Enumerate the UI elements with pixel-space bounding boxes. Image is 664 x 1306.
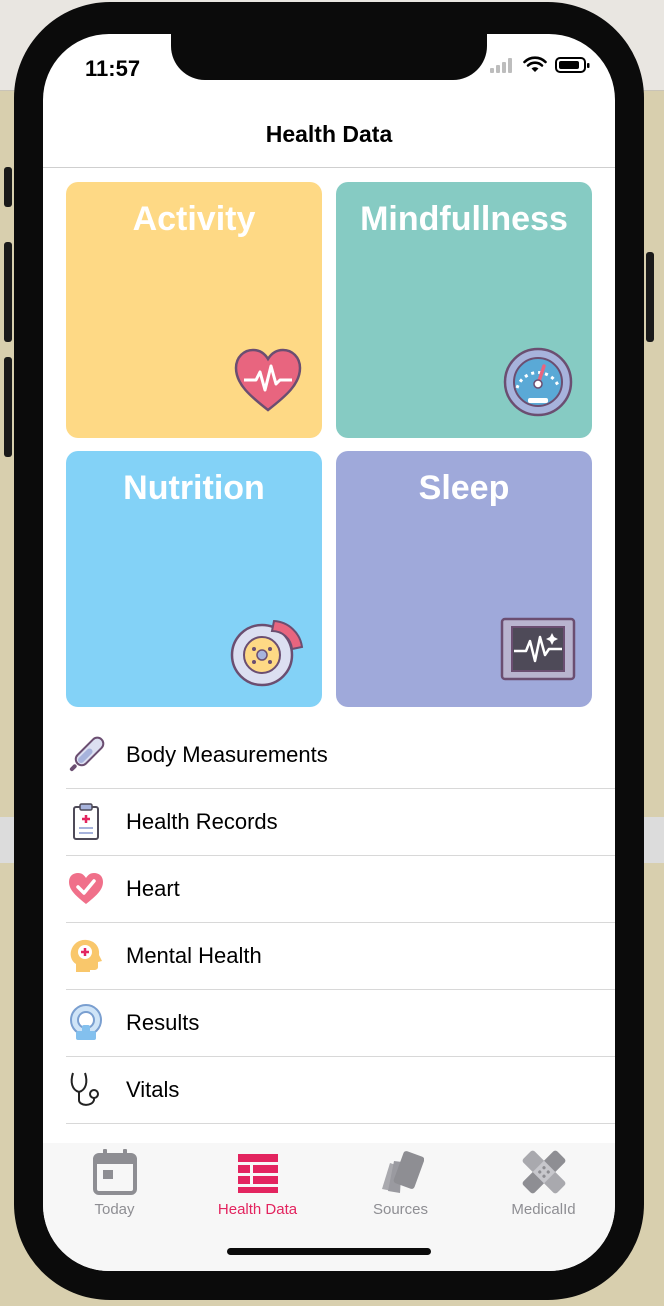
notch — [171, 34, 487, 80]
wifi-icon — [523, 56, 547, 72]
navigation-bar: Health Data — [43, 108, 615, 168]
list-item-results[interactable]: Results — [66, 990, 615, 1057]
thermometer-icon — [66, 735, 106, 775]
medical-id-icon — [522, 1150, 565, 1194]
tab-label: Health Data — [217, 1201, 298, 1218]
list-item-body-measurements[interactable]: Body Measurements — [66, 722, 615, 789]
grid-list-icon — [237, 1154, 278, 1193]
mute-switch — [4, 167, 12, 207]
monitor-pulse-icon — [500, 617, 576, 681]
stethoscope-icon — [66, 1070, 106, 1110]
volume-up-button — [4, 242, 12, 342]
list-item-health-records[interactable]: Health Records — [66, 789, 615, 856]
tab-label: MedicalId — [511, 1201, 576, 1218]
gauge-icon — [503, 347, 573, 417]
list-item-vitals[interactable]: Vitals — [66, 1057, 615, 1124]
tile-title: Activity — [132, 200, 256, 238]
list-item-label: Vitals — [126, 1077, 180, 1102]
status-time: 11:57 — [85, 56, 141, 81]
heart-check-icon — [66, 869, 106, 909]
status-icons — [489, 56, 591, 74]
app-screen: 11:57 Health Data Activity Mindfullness … — [43, 34, 615, 1271]
list-item-heart[interactable]: Heart — [66, 856, 615, 923]
battery-icon — [555, 57, 590, 73]
clipboard-icon — [66, 802, 106, 842]
tile-nutrition[interactable]: Nutrition — [66, 451, 322, 707]
tile-title: Sleep — [418, 469, 510, 507]
health-category-list: Body Measurements Health Records Heart M… — [66, 722, 615, 1124]
list-item-label: Body Measurements — [126, 742, 328, 767]
list-item-mental-health[interactable]: Mental Health — [66, 923, 615, 990]
tile-mindfullness[interactable]: Mindfullness — [336, 182, 592, 438]
list-item-label: Mental Health — [126, 943, 262, 968]
scanner-icon — [66, 1003, 106, 1043]
tile-sleep[interactable]: Sleep — [336, 451, 592, 707]
page-title: Health Data — [265, 121, 393, 147]
list-item-label: Results — [126, 1010, 200, 1035]
food-plate-icon — [230, 619, 304, 687]
tab-label: Today — [94, 1201, 135, 1218]
power-button — [646, 252, 654, 342]
tile-activity[interactable]: Activity — [66, 182, 322, 438]
calendar-icon — [92, 1149, 137, 1195]
list-item-label: Health Records — [126, 809, 278, 834]
tile-title: Mindfullness — [360, 200, 568, 238]
home-indicator — [227, 1248, 431, 1255]
head-cross-icon — [66, 936, 106, 976]
heart-pulse-icon — [234, 348, 302, 412]
cellular-signal-icon — [490, 58, 512, 73]
tab-label: Sources — [372, 1201, 429, 1218]
cards-icon — [381, 1151, 424, 1193]
list-item-label: Heart — [126, 876, 180, 901]
tile-title: Nutrition — [123, 469, 265, 507]
volume-down-button — [4, 357, 12, 457]
